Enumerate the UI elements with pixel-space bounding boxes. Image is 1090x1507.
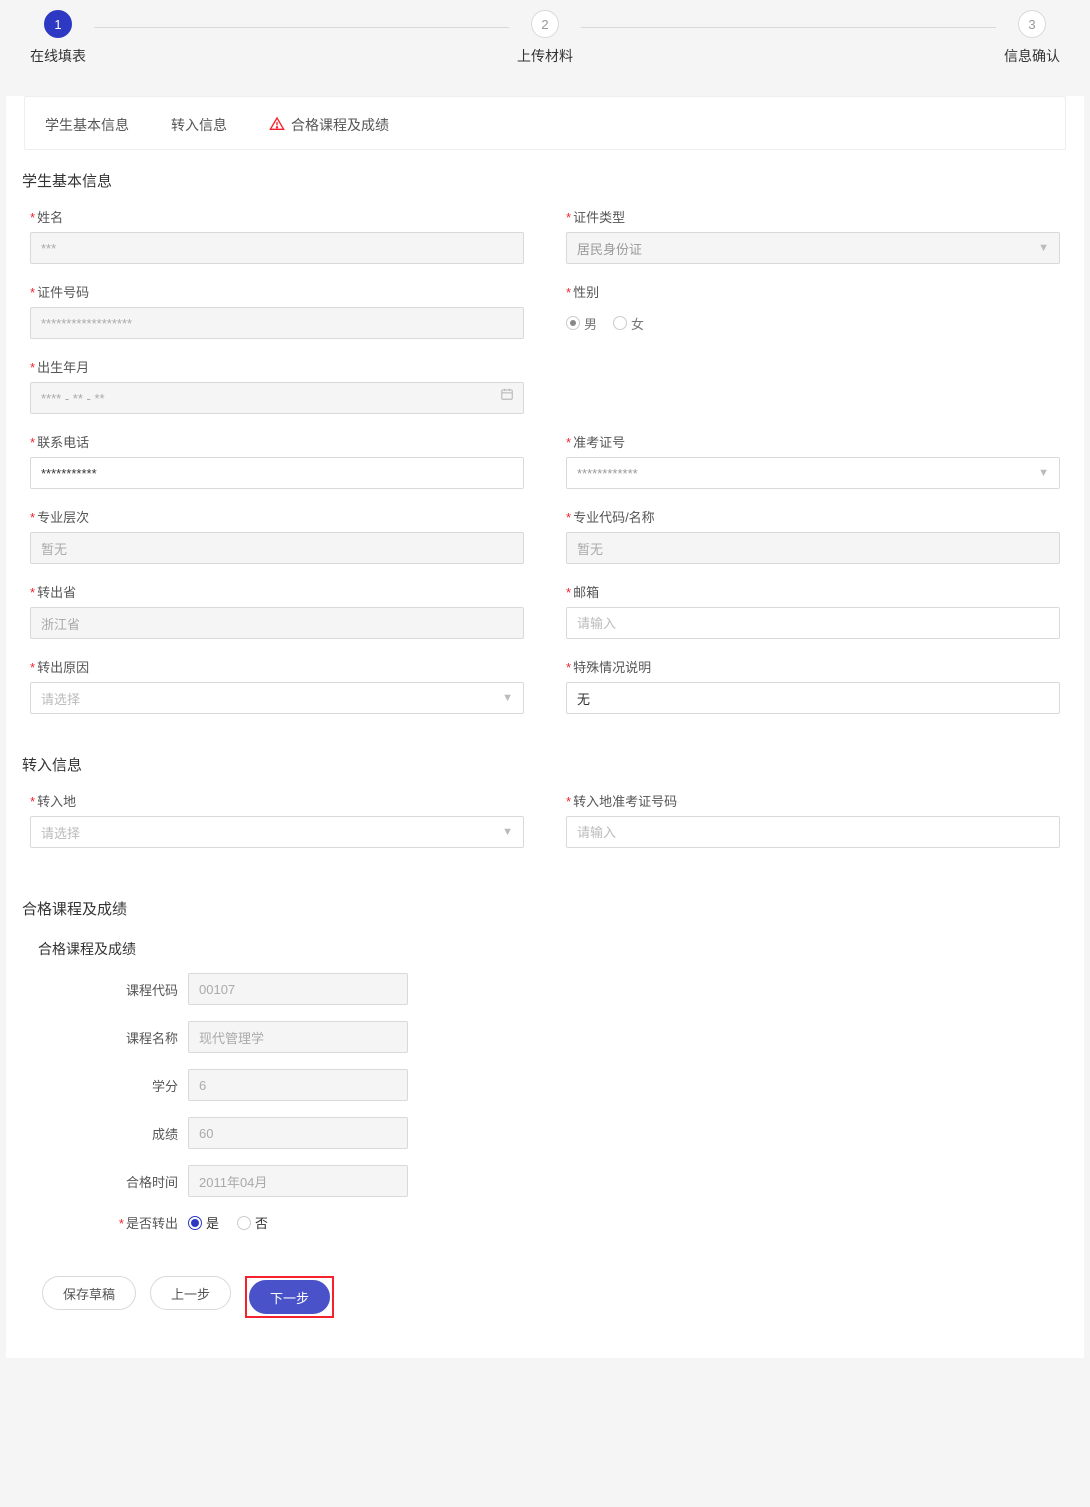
label-level: *专业层次 [30,507,524,526]
transfer-exam-no-input[interactable] [566,816,1060,848]
is-transfer-radio-group: 是 否 [188,1213,268,1232]
label-phone: *联系电话 [30,432,524,451]
exam-no-select[interactable]: ************ ▼ [566,457,1060,489]
id-type-value: 居民身份证 [577,239,642,258]
label-is-transfer: *是否转出 [32,1213,188,1232]
id-type-select: 居民身份证 ▼ [566,232,1060,264]
section-title-courses: 合格课程及成绩 [22,890,1066,929]
step-1-circle: 1 [44,10,72,38]
label-reason: *转出原因 [30,657,524,676]
score-input [188,1117,408,1149]
label-birth: *出生年月 [30,357,524,376]
step-3: 3 信息确认 [1004,10,1060,66]
chevron-down-icon: ▼ [1038,467,1049,479]
step-3-label: 信息确认 [1004,46,1060,66]
label-major: *专业代码/名称 [566,507,1060,526]
label-name: *姓名 [30,207,524,226]
pass-time-input [188,1165,408,1197]
step-2-label: 上传材料 [517,46,573,66]
tab-basic-info[interactable]: 学生基本信息 [45,115,129,135]
next-button[interactable]: 下一步 [249,1280,330,1314]
credit-input [188,1069,408,1101]
step-line [581,27,996,28]
tab-courses-label: 合格课程及成绩 [291,115,389,135]
chevron-down-icon: ▼ [1038,242,1049,254]
step-1-label: 在线填表 [30,46,86,66]
course-code-input [188,973,408,1005]
radio-dot-icon [566,316,580,330]
tab-courses[interactable]: 合格课程及成绩 [269,115,389,135]
tab-bar: 学生基本信息 转入信息 合格课程及成绩 [24,96,1066,150]
label-gender: *性别 [566,282,1060,301]
reason-placeholder: 请选择 [41,689,80,708]
section-title-basic: 学生基本信息 [22,162,1066,201]
email-input[interactable] [566,607,1060,639]
chevron-down-icon: ▼ [502,826,513,838]
label-exam-no: *准考证号 [566,432,1060,451]
reason-select[interactable]: 请选择 ▼ [30,682,524,714]
province-input [30,607,524,639]
save-draft-button[interactable]: 保存草稿 [42,1276,136,1310]
label-province: *转出省 [30,582,524,601]
sub-title-courses: 合格课程及成绩 [32,929,1066,973]
step-1: 1 在线填表 [30,10,86,66]
prev-button[interactable]: 上一步 [150,1276,231,1310]
footer-actions: 保存草稿 上一步 下一步 [24,1248,1066,1318]
label-course-name: 课程名称 [32,1028,188,1047]
level-input [30,532,524,564]
radio-dot-icon [237,1216,251,1230]
special-input[interactable] [566,682,1060,714]
calendar-icon [500,387,514,404]
step-2-circle: 2 [531,10,559,38]
label-transfer-exam-no: *转入地准考证号码 [566,791,1060,810]
section-title-transfer-in: 转入信息 [22,746,1066,785]
chevron-down-icon: ▼ [502,692,513,704]
id-no-input [30,307,524,339]
phone-input[interactable] [30,457,524,489]
label-special: *特殊情况说明 [566,657,1060,676]
label-course-code: 课程代码 [32,980,188,999]
transfer-place-placeholder: 请选择 [41,823,80,842]
step-3-circle: 3 [1018,10,1046,38]
step-2: 2 上传材料 [517,10,573,66]
label-score: 成绩 [32,1124,188,1143]
gender-radio-group: 男 女 [566,307,1060,339]
tab-transfer-in[interactable]: 转入信息 [171,115,227,135]
transfer-place-select[interactable]: 请选择 ▼ [30,816,524,848]
transfer-no-radio[interactable]: 否 [237,1213,268,1232]
next-button-highlight: 下一步 [245,1276,334,1318]
label-transfer-place: *转入地 [30,791,524,810]
label-credit: 学分 [32,1076,188,1095]
transfer-yes-radio[interactable]: 是 [188,1213,219,1232]
step-line [94,27,509,28]
radio-dot-icon [613,316,627,330]
exam-no-value: ************ [577,466,638,481]
label-id-type: *证件类型 [566,207,1060,226]
birth-input [30,382,524,414]
radio-dot-icon [188,1216,202,1230]
steps-indicator: 1 在线填表 2 上传材料 3 信息确认 [0,0,1090,96]
label-pass-time: 合格时间 [32,1172,188,1191]
course-name-input [188,1021,408,1053]
gender-female-radio: 女 [613,314,644,333]
warning-icon [269,116,285,135]
major-input [566,532,1060,564]
gender-male-radio: 男 [566,314,597,333]
label-id-no: *证件号码 [30,282,524,301]
name-input [30,232,524,264]
label-email: *邮箱 [566,582,1060,601]
